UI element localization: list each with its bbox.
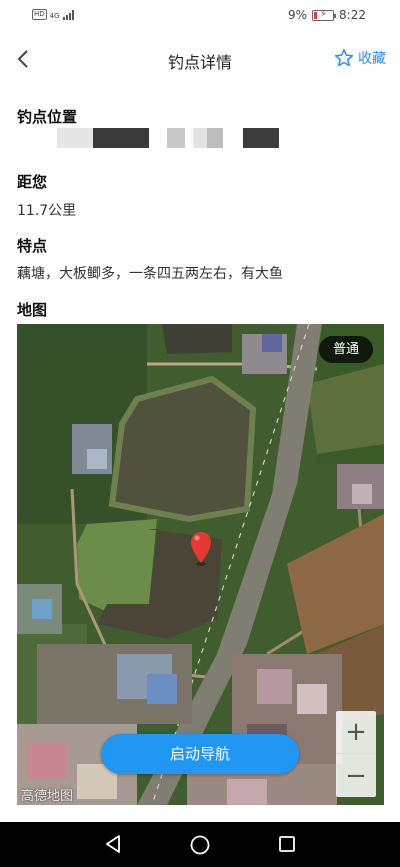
circle-home-icon: [190, 835, 210, 855]
map-provider-logo: 高德地图: [21, 789, 74, 804]
distance-value: 11.7公里: [17, 203, 77, 219]
start-navigation-button[interactable]: 启动导航: [101, 734, 299, 774]
status-left: HD 4G: [32, 9, 74, 20]
favorite-button[interactable]: 收藏: [334, 48, 386, 68]
signal-icon: [62, 10, 74, 20]
triangle-back-icon: [106, 835, 120, 853]
features-title: 特点: [17, 237, 48, 255]
system-navigation-bar: [0, 822, 400, 867]
star-outline-icon: [334, 48, 354, 67]
network-type: 4G: [49, 12, 60, 20]
battery-percent: 9%: [288, 8, 308, 22]
satellite-imagery: [17, 324, 384, 805]
location-title: 钓点位置: [17, 108, 78, 126]
zoom-in-button[interactable]: +: [336, 711, 376, 754]
system-back-button[interactable]: [103, 834, 123, 858]
map-view[interactable]: 普通 启动导航 + − 高德地图: [17, 324, 384, 805]
system-recents-button[interactable]: [277, 834, 297, 858]
favorite-label: 收藏: [358, 51, 386, 67]
zoom-controls: + −: [336, 711, 376, 797]
zoom-out-button[interactable]: −: [336, 754, 376, 797]
header-bar: 钓点详情 收藏: [0, 36, 400, 82]
battery-icon: ⚡: [312, 9, 337, 21]
map-type-button[interactable]: 普通: [318, 336, 373, 363]
map-title: 地图: [17, 301, 48, 319]
clock: 8:22: [339, 8, 366, 22]
location-value-redacted: [17, 128, 287, 148]
square-recents-icon: [279, 836, 295, 852]
features-value: 藕塘，大板鲫多，一条四五两左右，有大鱼: [17, 266, 283, 282]
hd-badge: HD: [32, 9, 47, 20]
status-right: 9% ⚡ 8:22: [288, 8, 366, 22]
status-bar: HD 4G 9% ⚡ 8:22: [0, 0, 400, 32]
system-home-button[interactable]: [189, 834, 211, 860]
distance-title: 距您: [17, 173, 48, 191]
